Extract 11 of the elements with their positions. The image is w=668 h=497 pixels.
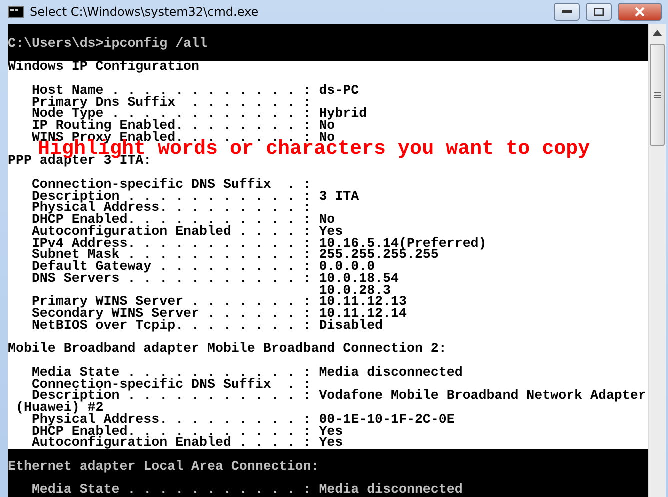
close-button[interactable] [618, 3, 662, 21]
close-icon [635, 7, 645, 17]
scrollbar[interactable] [648, 24, 666, 497]
window-title: Select C:\Windows\system32\cmd.exe [30, 5, 260, 19]
console-icon [8, 6, 24, 18]
minimize-icon [562, 10, 572, 14]
maximize-icon [594, 8, 604, 16]
maximize-button[interactable] [586, 3, 612, 21]
minimize-button[interactable] [554, 3, 580, 21]
scroll-up-icon[interactable] [653, 30, 662, 36]
scrollbar-thumb[interactable] [650, 44, 665, 146]
